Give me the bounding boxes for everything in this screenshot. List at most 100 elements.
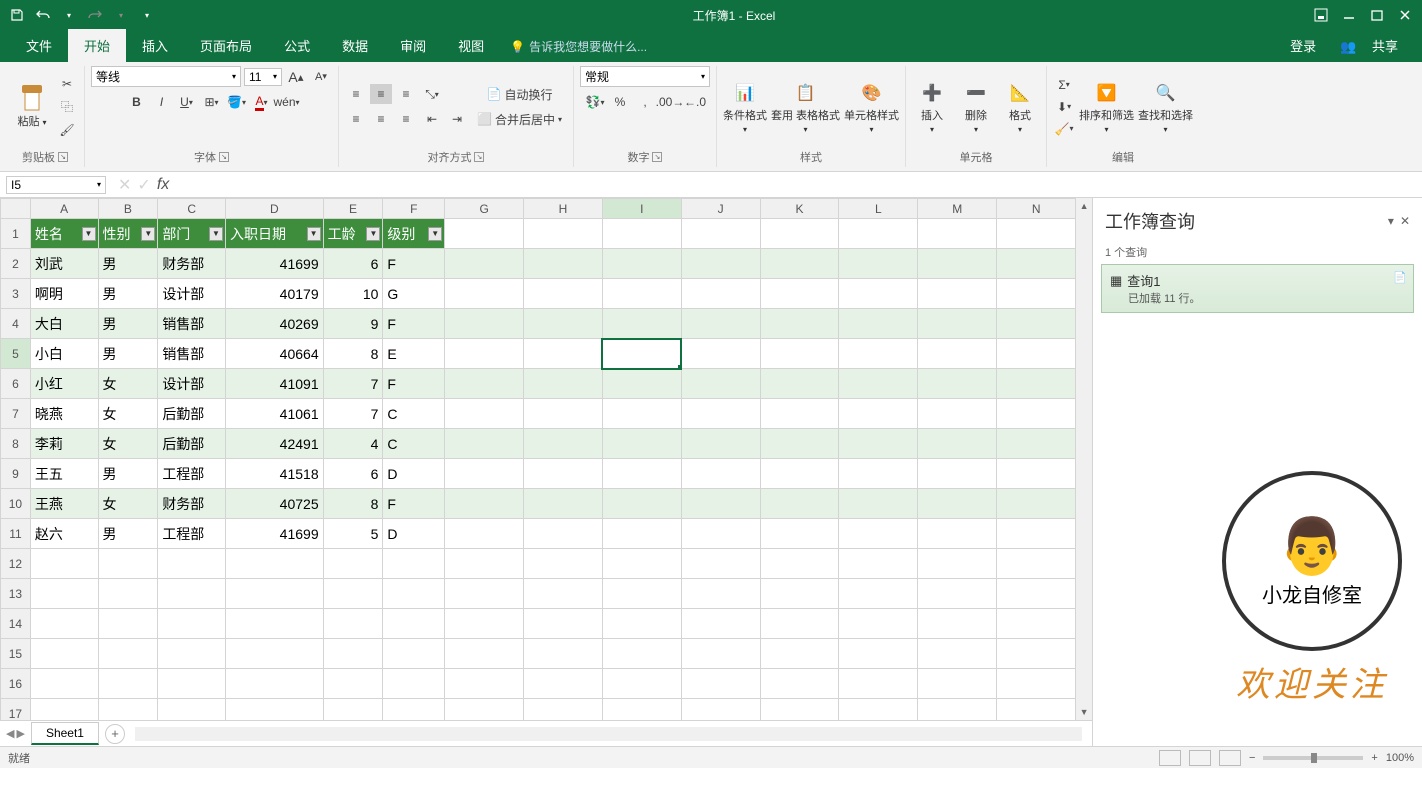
cell-B17[interactable] — [98, 699, 158, 721]
cell-J13[interactable] — [681, 579, 760, 609]
cell-L7[interactable] — [839, 399, 918, 429]
cell-D4[interactable]: 40269 — [226, 309, 324, 339]
phonetic-icon[interactable]: wén ▾ — [276, 92, 298, 112]
cell-F13[interactable] — [383, 579, 445, 609]
cell-C6[interactable]: 设计部 — [158, 369, 226, 399]
cell-C15[interactable] — [158, 639, 226, 669]
name-box[interactable]: I5▾ — [6, 176, 106, 194]
cell-A17[interactable] — [30, 699, 98, 721]
col-header-C[interactable]: C — [158, 199, 226, 219]
wrap-text-button[interactable]: 📄 自动换行 — [472, 84, 567, 104]
pane-close-icon[interactable]: ✕ — [1400, 214, 1410, 228]
cell-D14[interactable] — [226, 609, 324, 639]
row-header-10[interactable]: 10 — [1, 489, 31, 519]
cell-F14[interactable] — [383, 609, 445, 639]
cell-B1[interactable]: 性别▼ — [98, 219, 158, 249]
cell-M13[interactable] — [918, 579, 997, 609]
cell-B4[interactable]: 男 — [98, 309, 158, 339]
formula-input[interactable] — [175, 175, 1422, 195]
tab-审阅[interactable]: 审阅 — [384, 29, 442, 62]
merge-center-button[interactable]: ⬜ 合并后居中 ▾ — [472, 109, 567, 129]
cell-D15[interactable] — [226, 639, 324, 669]
cell-I7[interactable] — [602, 399, 681, 429]
close-icon[interactable] — [1394, 4, 1416, 26]
cell-G10[interactable] — [445, 489, 524, 519]
col-header-E[interactable]: E — [323, 199, 383, 219]
col-header-I[interactable]: I — [602, 199, 681, 219]
cell-D8[interactable]: 42491 — [226, 429, 324, 459]
cell-M4[interactable] — [918, 309, 997, 339]
cell-A2[interactable]: 刘武 — [30, 249, 98, 279]
find-select-button[interactable]: 🔍查找和选择▾ — [1138, 78, 1193, 134]
cell-K9[interactable] — [760, 459, 839, 489]
cell-A16[interactable] — [30, 669, 98, 699]
filter-icon[interactable]: ▼ — [307, 227, 321, 241]
row-header-16[interactable]: 16 — [1, 669, 31, 699]
tab-公式[interactable]: 公式 — [268, 29, 326, 62]
cell-N12[interactable] — [997, 549, 1076, 579]
row-header-12[interactable]: 12 — [1, 549, 31, 579]
row-header-13[interactable]: 13 — [1, 579, 31, 609]
ribbon-options-icon[interactable] — [1310, 4, 1332, 26]
increase-decimal-icon[interactable]: .00→ — [659, 92, 681, 112]
cell-B13[interactable] — [98, 579, 158, 609]
col-header-A[interactable]: A — [30, 199, 98, 219]
zoom-slider[interactable] — [1263, 756, 1363, 760]
tab-视图[interactable]: 视图 — [442, 29, 500, 62]
cell-D13[interactable] — [226, 579, 324, 609]
cell-L14[interactable] — [839, 609, 918, 639]
cell-J12[interactable] — [681, 549, 760, 579]
format-painter-icon[interactable]: 🖌 — [56, 120, 78, 140]
cell-C3[interactable]: 设计部 — [158, 279, 226, 309]
cell-H4[interactable] — [524, 309, 603, 339]
horizontal-scrollbar[interactable] — [135, 727, 1082, 741]
cell-K3[interactable] — [760, 279, 839, 309]
cell-A14[interactable] — [30, 609, 98, 639]
row-header-6[interactable]: 6 — [1, 369, 31, 399]
cell-G2[interactable] — [445, 249, 524, 279]
cell-J7[interactable] — [681, 399, 760, 429]
cell-I2[interactable] — [602, 249, 681, 279]
cell-H16[interactable] — [524, 669, 603, 699]
cell-I13[interactable] — [602, 579, 681, 609]
tab-数据[interactable]: 数据 — [326, 29, 384, 62]
cell-K1[interactable] — [760, 219, 839, 249]
cell-B15[interactable] — [98, 639, 158, 669]
align-center-icon[interactable]: ≡ — [370, 109, 392, 129]
cell-A12[interactable] — [30, 549, 98, 579]
cell-C13[interactable] — [158, 579, 226, 609]
cell-L16[interactable] — [839, 669, 918, 699]
row-header-14[interactable]: 14 — [1, 609, 31, 639]
cell-A1[interactable]: 姓名▼ — [30, 219, 98, 249]
cell-E3[interactable]: 10 — [323, 279, 383, 309]
cell-E5[interactable]: 8 — [323, 339, 383, 369]
cell-I10[interactable] — [602, 489, 681, 519]
cell-A5[interactable]: 小白 — [30, 339, 98, 369]
cell-D5[interactable]: 40664 — [226, 339, 324, 369]
cell-L5[interactable] — [839, 339, 918, 369]
cell-H14[interactable] — [524, 609, 603, 639]
login-button[interactable]: 登录 — [1278, 29, 1328, 62]
cell-E4[interactable]: 9 — [323, 309, 383, 339]
percent-icon[interactable]: % — [609, 92, 631, 112]
number-format-combo[interactable]: 常规▾ — [580, 66, 710, 87]
row-header-17[interactable]: 17 — [1, 699, 31, 721]
cell-E10[interactable]: 8 — [323, 489, 383, 519]
cell-I11[interactable] — [602, 519, 681, 549]
col-header-B[interactable]: B — [98, 199, 158, 219]
cell-L15[interactable] — [839, 639, 918, 669]
select-all-cell[interactable] — [1, 199, 31, 219]
qat-customize-icon[interactable]: ▾ — [138, 6, 156, 24]
row-header-7[interactable]: 7 — [1, 399, 31, 429]
cell-L13[interactable] — [839, 579, 918, 609]
fx-icon[interactable]: fx — [157, 176, 169, 194]
insert-cells-button[interactable]: ➕插入▾ — [912, 78, 952, 134]
col-header-D[interactable]: D — [226, 199, 324, 219]
font-size-combo[interactable]: 11▾ — [244, 68, 282, 86]
bold-icon[interactable]: B — [126, 92, 148, 112]
cell-C17[interactable] — [158, 699, 226, 721]
filter-icon[interactable]: ▼ — [428, 227, 442, 241]
cell-E17[interactable] — [323, 699, 383, 721]
cell-H9[interactable] — [524, 459, 603, 489]
row-header-8[interactable]: 8 — [1, 429, 31, 459]
